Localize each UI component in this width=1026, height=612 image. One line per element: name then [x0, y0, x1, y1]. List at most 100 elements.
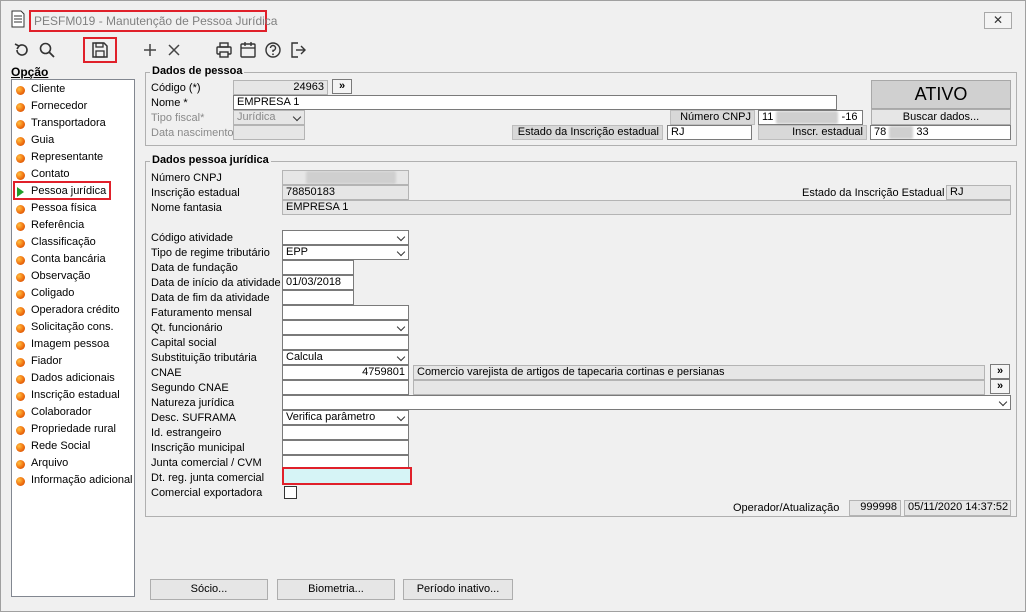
- exit-button[interactable]: [286, 38, 310, 62]
- codigo-atividade-label: Código atividade: [151, 232, 233, 244]
- segundo-cnae-search-button[interactable]: »: [990, 379, 1010, 394]
- sidebar-item-label: Cliente: [31, 83, 66, 95]
- sidebar-item-dados-adicionais[interactable]: Dados adicionais: [14, 371, 132, 387]
- periodo-inativo-button[interactable]: Período inativo...: [403, 579, 513, 600]
- sidebar-item-label: Imagem pessoa: [31, 338, 110, 350]
- sidebar-item-informacao-adicional[interactable]: Informação adicional: [14, 473, 133, 489]
- operador-field: 999998: [849, 500, 901, 516]
- help-button[interactable]: [261, 38, 285, 62]
- sidebar-item-classificacao[interactable]: Classificação: [14, 235, 132, 251]
- bullet-icon: [16, 86, 25, 95]
- calendar-button[interactable]: [236, 38, 260, 62]
- nome-fantasia-label: Nome fantasia: [151, 202, 222, 214]
- dt-junta-label: Dt. reg. junta comercial: [151, 472, 265, 484]
- regime-select[interactable]: EPP: [282, 245, 409, 260]
- close-button[interactable]: ✕: [984, 12, 1012, 29]
- sidebar-item-guia[interactable]: Guia: [14, 133, 132, 149]
- calendar-icon: [240, 42, 256, 58]
- jur-ie-field[interactable]: 78850183: [282, 185, 409, 200]
- sidebar-item-coligado[interactable]: Coligado: [14, 286, 132, 302]
- sidebar-item-rede-social[interactable]: Rede Social: [14, 439, 132, 455]
- inicio-atividade-field[interactable]: 01/03/2018: [282, 275, 354, 290]
- sidebar-item-contato[interactable]: Contato: [14, 167, 132, 183]
- buscar-dados-button[interactable]: Buscar dados...: [871, 109, 1011, 125]
- qt-funcionario-select[interactable]: [282, 320, 409, 335]
- bullet-icon: [16, 154, 25, 163]
- natureza-label: Natureza jurídica: [151, 397, 235, 409]
- print-icon: [216, 42, 232, 58]
- inscr-masked: x: [889, 126, 914, 139]
- bullet-icon: [16, 358, 25, 367]
- sidebar-item-label: Referência: [31, 219, 85, 231]
- segundo-cnae-field[interactable]: [282, 380, 409, 395]
- sidebar-item-label: Guia: [31, 134, 55, 146]
- cnae-field[interactable]: 4759801: [282, 365, 409, 380]
- sidebar-item-imagem-pessoa[interactable]: Imagem pessoa: [14, 337, 132, 353]
- sidebar-item-operadora-credito[interactable]: Operadora crédito: [14, 303, 132, 319]
- dados-juridica-title: Dados pessoa jurídica: [150, 154, 271, 166]
- sidebar-item-arquivo[interactable]: Arquivo: [14, 456, 132, 472]
- sidebar-item-pessoa-juridica[interactable]: Pessoa jurídica: [14, 184, 132, 200]
- sidebar-item-inscricao-estadual[interactable]: Inscrição estadual: [14, 388, 132, 404]
- tipo-fiscal-select[interactable]: Jurídica: [233, 110, 305, 125]
- biometria-button[interactable]: Biometria...: [277, 579, 395, 600]
- codigo-expand-button[interactable]: »: [332, 79, 352, 94]
- fim-atividade-field[interactable]: [282, 290, 354, 305]
- sidebar-item-propriedade-rural[interactable]: Propriedade rural: [14, 422, 132, 438]
- id-estrangeiro-label: Id. estrangeiro: [151, 427, 222, 439]
- jur-cnpj-field[interactable]: x: [282, 170, 409, 185]
- cnae-search-button[interactable]: »: [990, 364, 1010, 379]
- bullet-icon: [16, 120, 25, 129]
- capital-social-field[interactable]: [282, 335, 409, 350]
- estado-ie-label: Estado da Inscrição estadual: [512, 125, 663, 140]
- faturamento-field[interactable]: [282, 305, 409, 320]
- segundo-cnae-label: Segundo CNAE: [151, 382, 229, 394]
- cnpj-masked: x: [776, 111, 839, 124]
- exportadora-checkbox[interactable]: [284, 486, 297, 499]
- insc-municipal-field[interactable]: [282, 440, 409, 455]
- status-badge: ATIVO: [871, 80, 1011, 109]
- undo-button[interactable]: [10, 38, 34, 62]
- nome-field[interactable]: EMPRESA 1: [233, 95, 837, 110]
- add-button[interactable]: [138, 38, 162, 62]
- bullet-icon: [16, 375, 25, 384]
- sidebar-item-colaborador[interactable]: Colaborador: [14, 405, 132, 421]
- insc-municipal-label: Inscrição municipal: [151, 442, 245, 454]
- sidebar-item-observacao[interactable]: Observação: [14, 269, 132, 285]
- codigo-atividade-select[interactable]: [282, 230, 409, 245]
- sidebar-item-solicitacao-cons[interactable]: Solicitação cons.: [14, 320, 132, 336]
- delete-button[interactable]: [162, 38, 186, 62]
- dt-junta-field[interactable]: [282, 467, 412, 485]
- sidebar-item-pessoa-fisica[interactable]: Pessoa física: [14, 201, 132, 217]
- nome-fantasia-field[interactable]: EMPRESA 1: [282, 200, 1011, 215]
- sidebar-item-label: Coligado: [31, 287, 75, 299]
- suframa-select[interactable]: Verifica parâmetro: [282, 410, 409, 425]
- jur-estado-ie-field[interactable]: RJ: [946, 185, 1011, 200]
- sidebar-item-cliente[interactable]: Cliente: [14, 82, 132, 98]
- search-button[interactable]: [35, 38, 59, 62]
- sidebar-item-fornecedor[interactable]: Fornecedor: [14, 99, 132, 115]
- print-button[interactable]: [212, 38, 236, 62]
- faturamento-label: Faturamento mensal: [151, 307, 252, 319]
- sidebar-item-transportadora[interactable]: Transportadora: [14, 116, 132, 132]
- exit-icon: [291, 42, 306, 58]
- data-nascimento-field[interactable]: [233, 125, 305, 140]
- sidebar-item-fiador[interactable]: Fiador: [14, 354, 132, 370]
- sidebar-title: Opção: [11, 65, 49, 79]
- sidebar-item-conta-bancaria[interactable]: Conta bancária: [14, 252, 132, 268]
- sidebar-item-label: Pessoa física: [31, 202, 97, 214]
- id-estrangeiro-field[interactable]: [282, 425, 409, 440]
- dados-pessoa-title: Dados de pessoa: [150, 65, 245, 77]
- help-icon: [265, 42, 281, 58]
- inscr-estadual-field[interactable]: 78 x 33: [870, 125, 1011, 140]
- substituicao-select[interactable]: Calcula: [282, 350, 409, 365]
- codigo-field[interactable]: 24963: [233, 80, 328, 95]
- fundacao-field[interactable]: [282, 260, 354, 275]
- numero-cnpj-field[interactable]: 11 x -16: [758, 110, 863, 125]
- save-button[interactable]: [83, 37, 117, 63]
- socio-button[interactable]: Sócio...: [150, 579, 268, 600]
- natureza-select[interactable]: [282, 395, 1011, 410]
- estado-ie-field[interactable]: RJ: [667, 125, 752, 140]
- sidebar-item-referencia[interactable]: Referência: [14, 218, 132, 234]
- sidebar-item-representante[interactable]: Representante: [14, 150, 132, 166]
